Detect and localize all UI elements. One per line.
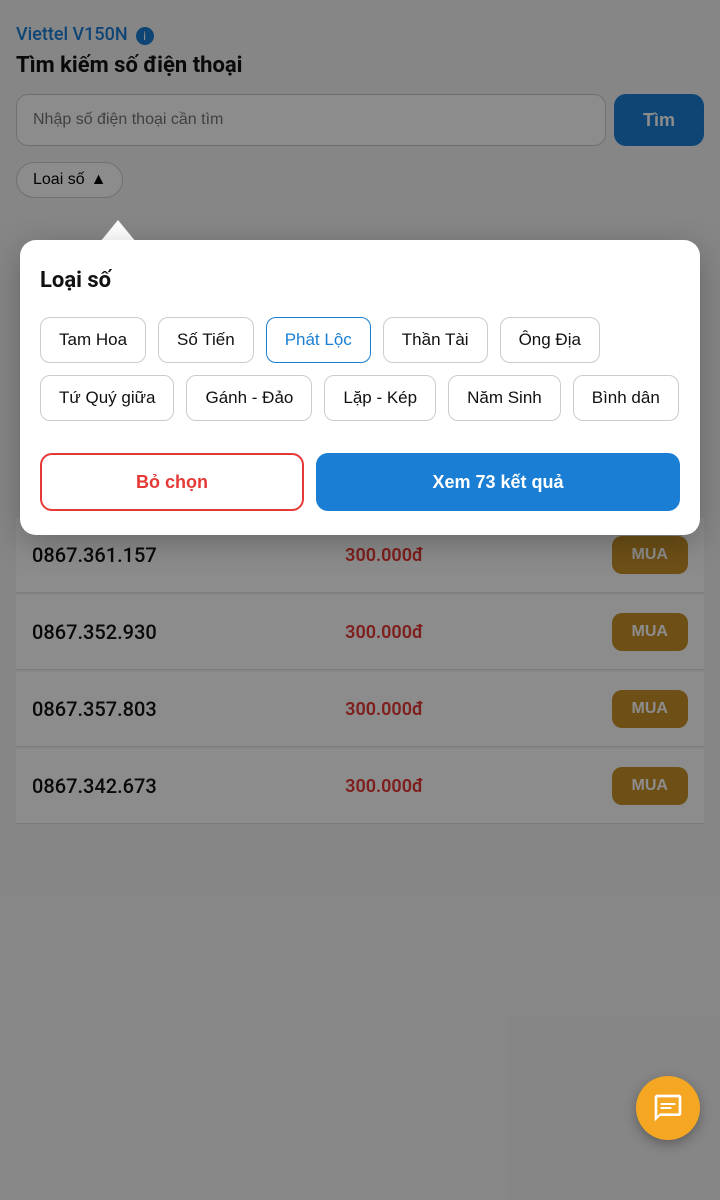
confirm-suffix: kết quả [501,472,564,492]
chip-phat-loc[interactable]: Phát Lộc [266,317,371,363]
confirm-button[interactable]: Xem 73 kết quả [316,453,680,511]
chip-ong-dia[interactable]: Ông Địa [500,317,600,363]
chat-icon [652,1092,684,1124]
chip-tam-hoa[interactable]: Tam Hoa [40,317,146,363]
float-chat-button[interactable] [636,1076,700,1140]
loai-so-modal: Loại số Tam Hoa Số Tiến Phát Lộc Thần Tà… [20,240,700,535]
cancel-button[interactable]: Bỏ chọn [40,453,304,511]
modal-title: Loại số [40,268,680,293]
modal-actions: Bỏ chọn Xem 73 kết quả [40,453,680,511]
modal-caret [100,220,136,242]
confirm-count: 73 [475,472,495,492]
chip-than-tai[interactable]: Thần Tài [383,317,488,363]
chip-nam-sinh[interactable]: Năm Sinh [448,375,561,421]
chip-ganh-dao[interactable]: Gánh - Đảo [186,375,312,421]
chips-grid: Tam Hoa Số Tiến Phát Lộc Thần Tài Ông Đị… [40,317,680,421]
confirm-text: Xem 73 kết quả [432,472,563,492]
chip-so-tien[interactable]: Số Tiến [158,317,254,363]
cancel-label: Bỏ chọn [136,472,208,492]
chip-tu-quy-giua[interactable]: Tứ Quý giữa [40,375,174,421]
modal-overlay[interactable]: Loại số Tam Hoa Số Tiến Phát Lộc Thần Tà… [0,0,720,1200]
chip-binh-dan[interactable]: Bình dân [573,375,679,421]
chip-lap-kep[interactable]: Lặp - Kép [324,375,436,421]
modal-wrapper: Loại số Tam Hoa Số Tiến Phát Lộc Thần Tà… [20,220,700,535]
confirm-label: Xem [432,472,470,492]
